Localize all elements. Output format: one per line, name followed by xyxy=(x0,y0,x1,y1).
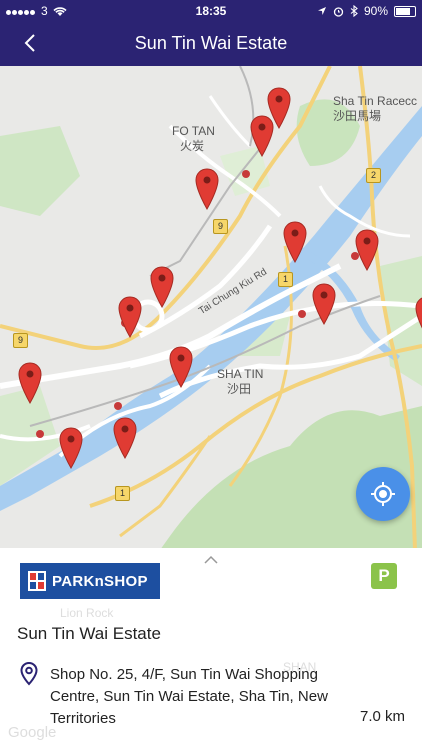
store-pin[interactable] xyxy=(18,362,42,404)
location-pin-icon xyxy=(20,662,38,686)
route-shield-2: 2 xyxy=(366,168,381,183)
crosshair-icon xyxy=(371,482,395,506)
map-pin-icon xyxy=(415,297,422,329)
locate-me-button[interactable] xyxy=(356,467,410,521)
map-label-sha-tin: SHA TIN 沙田 xyxy=(217,367,263,397)
map-pin-icon xyxy=(18,362,42,404)
bluetooth-icon xyxy=(350,5,358,17)
store-pin[interactable] xyxy=(355,229,379,271)
store-pin[interactable] xyxy=(283,221,307,263)
store-detail-sheet: Lion Rock SHAN Google PARKnSHOP P Sun Ti… xyxy=(0,548,422,750)
map-pin-icon xyxy=(59,427,83,469)
map-label-racecourse-zh: 沙田馬場 xyxy=(333,109,382,123)
map-pin-icon xyxy=(150,266,174,308)
map-label-racecourse-en: Sha Tin Racecc xyxy=(333,94,418,108)
map-pin-icon xyxy=(118,296,142,338)
route-shield-1a: 1 xyxy=(278,272,293,287)
map-pin-icon xyxy=(283,221,307,263)
expand-sheet-button[interactable] xyxy=(203,552,219,564)
store-distance: 7.0 km xyxy=(359,708,405,725)
route-shield-9a: 9 xyxy=(213,219,228,234)
chevron-up-icon xyxy=(204,555,218,564)
navigation-bar: Sun Tin Wai Estate xyxy=(0,22,422,66)
store-pin[interactable] xyxy=(113,417,137,459)
store-pin[interactable] xyxy=(59,427,83,469)
location-arrow-icon xyxy=(317,7,326,15)
store-address: Shop No. 25, 4/F, Sun Tin Wai Shopping C… xyxy=(50,666,328,727)
store-pin[interactable] xyxy=(118,296,142,338)
map-pin-icon xyxy=(195,168,219,210)
store-name: Sun Tin Wai Estate xyxy=(17,624,161,643)
map-label-sha-tin-en: SHA TIN xyxy=(217,367,264,381)
map-pin-icon xyxy=(169,346,193,388)
page-title: Sun Tin Wai Estate xyxy=(134,33,288,53)
map-label-fo-tan: FO TAN 火炭 xyxy=(172,124,215,154)
map-label-fo-tan-en: FO TAN xyxy=(172,124,215,138)
map-label-sha-tin-zh: 沙田 xyxy=(227,382,252,396)
store-pin[interactable] xyxy=(312,283,336,325)
alarm-icon xyxy=(333,6,344,17)
map-label-fo-tan-zh: 火炭 xyxy=(180,139,205,153)
brand-name: PARKnSHOP xyxy=(52,573,148,590)
store-pin[interactable] xyxy=(195,168,219,210)
status-bar: 3 18:35 90% xyxy=(0,0,422,22)
parking-badge: P xyxy=(371,563,397,589)
battery-percent: 90% xyxy=(363,4,388,18)
route-shield-9b: 9 xyxy=(13,333,28,348)
map-label-racecourse: Sha Tin Racecc 沙田馬場 xyxy=(333,94,417,124)
battery-icon xyxy=(394,5,416,17)
status-right-group: 90% xyxy=(317,4,416,18)
map-pin-icon xyxy=(250,115,274,157)
store-pin[interactable] xyxy=(250,115,274,157)
brand-logo: PARKnSHOP xyxy=(20,563,160,599)
route-shield-1b: 1 xyxy=(115,486,130,501)
map-pin-icon xyxy=(312,283,336,325)
store-pin[interactable] xyxy=(169,346,193,388)
parknshop-logo-icon xyxy=(28,571,46,591)
store-pin[interactable] xyxy=(150,266,174,308)
watermark-lion-rock: Lion Rock xyxy=(60,606,114,620)
map-pin-icon xyxy=(113,417,137,459)
map-pin-icon xyxy=(355,229,379,271)
map-view[interactable]: FO TAN 火炭 Sha Tin Racecc 沙田馬場 SHA TIN 沙田 Ta… xyxy=(0,66,422,550)
store-pin[interactable] xyxy=(415,296,422,338)
